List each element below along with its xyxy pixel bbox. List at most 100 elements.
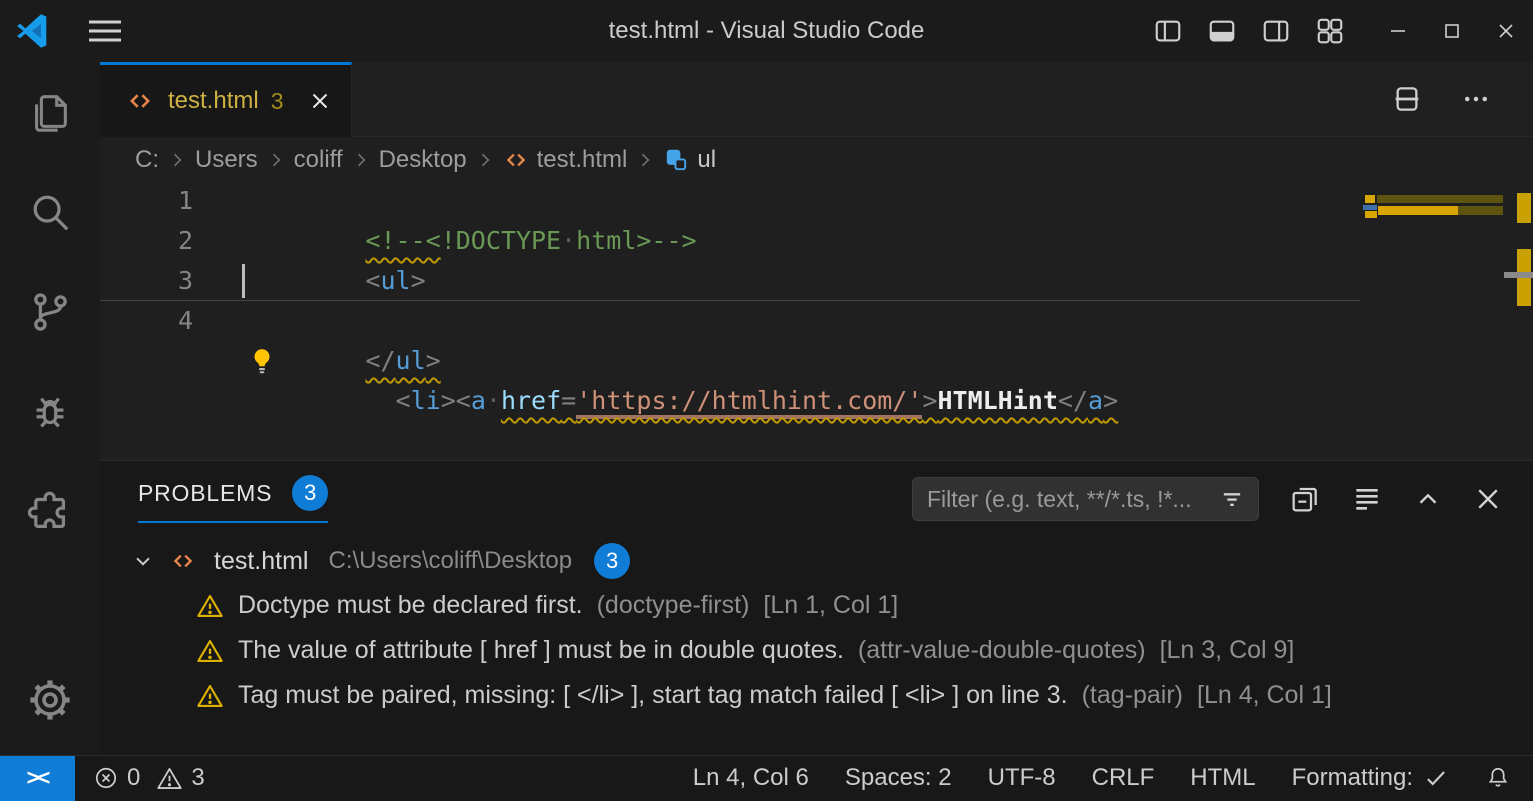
line-number: 2	[100, 221, 245, 261]
view-as-list-icon[interactable]	[1351, 483, 1383, 515]
code-token: </	[1058, 386, 1088, 415]
breadcrumb-file[interactable]: test.html	[537, 146, 628, 174]
code-token: >	[922, 386, 937, 415]
filter-icon	[1218, 485, 1246, 513]
formatting-status[interactable]: Formatting:	[1292, 764, 1449, 792]
cursor-position[interactable]: Ln 4, Col 6	[693, 764, 809, 792]
problem-rule: (doctype-first)	[597, 591, 750, 620]
chevron-down-icon[interactable]	[130, 548, 156, 574]
language-mode[interactable]: HTML	[1190, 764, 1255, 792]
code-token-url[interactable]: 'https://htmlhint.com/'	[576, 386, 922, 419]
minimap[interactable]	[1363, 181, 1505, 460]
extensions-icon[interactable]	[0, 462, 100, 562]
problems-file-name: test.html	[214, 547, 308, 576]
chevron-up-icon[interactable]	[1413, 484, 1443, 514]
breadcrumb-drive[interactable]: C:	[135, 146, 159, 174]
breadcrumb-users[interactable]: Users	[195, 146, 258, 174]
title-bar: test.html - Visual Studio Code	[0, 0, 1533, 62]
problem-row[interactable]: Tag must be paired, missing: [ </li> ], …	[100, 673, 1533, 718]
minimap-warning-line	[1378, 206, 1458, 215]
chevron-right-icon	[167, 150, 187, 170]
problems-status[interactable]: 0 3	[93, 764, 205, 792]
close-icon[interactable]	[1473, 484, 1503, 514]
tab-label: test.html	[168, 87, 259, 115]
chevron-right-icon	[266, 150, 286, 170]
collapse-all-icon[interactable]	[1289, 483, 1321, 515]
status-bar: >< 0 3 Ln 4, Col 6 Spaces: 2 UTF-8 CRLF …	[0, 755, 1533, 800]
breadcrumb-symbol[interactable]: ul	[697, 146, 716, 174]
indentation[interactable]: Spaces: 2	[845, 764, 952, 792]
eol-sequence[interactable]: CRLF	[1092, 764, 1155, 792]
remote-indicator[interactable]: ><	[0, 756, 75, 801]
problem-location: [Ln 4, Col 1]	[1197, 681, 1332, 710]
problem-row[interactable]: The value of attribute [ href ] must be …	[100, 628, 1533, 673]
activity-bar	[0, 62, 100, 755]
code-token: </	[365, 346, 395, 375]
code-line-current: 3 <li><a·href='https://htmlhint.com/'>HT…	[100, 261, 1360, 301]
line-number: 3	[100, 261, 245, 301]
chevron-right-icon	[351, 150, 371, 170]
files-icon[interactable]	[0, 62, 100, 162]
problem-rule: (attr-value-double-quotes)	[858, 636, 1146, 665]
minimize-icon[interactable]	[1371, 0, 1425, 62]
problem-location: [Ln 1, Col 1]	[763, 591, 898, 620]
bell-icon[interactable]	[1485, 765, 1511, 791]
close-icon[interactable]	[307, 88, 333, 114]
debug-icon[interactable]	[0, 362, 100, 462]
maximize-icon[interactable]	[1425, 0, 1479, 62]
code-token: HTMLHint	[937, 386, 1057, 415]
html-file-icon	[126, 87, 154, 115]
html-file-icon	[170, 548, 196, 574]
code-token: =	[561, 386, 576, 415]
formatting-label: Formatting:	[1292, 764, 1413, 792]
breadcrumb-folder[interactable]: Desktop	[379, 146, 467, 174]
filter-input[interactable]	[927, 486, 1218, 513]
breadcrumb-user[interactable]: coliff	[294, 146, 343, 174]
minimap-warning-line	[1377, 195, 1503, 203]
problem-location: [Ln 3, Col 9]	[1160, 636, 1295, 665]
problem-message: Tag must be paired, missing: [ </li> ], …	[238, 681, 1068, 710]
error-count: 0	[127, 764, 140, 792]
layout-sidebar-right-icon[interactable]	[1249, 0, 1303, 62]
line-number: 4	[100, 301, 245, 341]
code-token: a	[1088, 386, 1103, 415]
problems-tab-label: PROBLEMS	[138, 480, 272, 507]
symbol-element-icon	[663, 147, 689, 173]
problems-filter[interactable]	[912, 477, 1259, 521]
close-icon[interactable]	[1479, 0, 1533, 62]
problems-file-path: C:\Users\coliff\Desktop	[328, 547, 572, 575]
warning-icon	[156, 766, 183, 791]
chevron-right-icon	[635, 150, 655, 170]
whitespace-dot: ·	[561, 226, 576, 255]
split-editor-icon[interactable]	[1391, 83, 1423, 115]
tab-test-html[interactable]: test.html 3	[100, 62, 352, 137]
search-icon[interactable]	[0, 162, 100, 262]
ruler-warning-mark	[1517, 193, 1531, 223]
layout-sidebar-icon[interactable]	[1141, 0, 1195, 62]
layout-panel-icon[interactable]	[1195, 0, 1249, 62]
line-number: 1	[100, 181, 245, 221]
overview-ruler[interactable]	[1516, 181, 1533, 460]
code-editor[interactable]: 1 <!--<!DOCTYPE·html>--> 2 <ul> 3	[100, 181, 1533, 460]
problem-row[interactable]: Doctype must be declared first. (doctype…	[100, 583, 1533, 628]
more-actions-icon[interactable]	[1461, 84, 1491, 114]
editor-group: test.html 3 C: Users coliff D	[100, 62, 1533, 755]
html-file-icon	[503, 147, 529, 173]
code-line: 1 <!--<!DOCTYPE·html>-->	[100, 181, 1533, 221]
encoding[interactable]: UTF-8	[988, 764, 1056, 792]
ruler-cursor-mark	[1504, 272, 1533, 278]
code-token: !DOCTYPE	[441, 226, 561, 255]
layout-grid-icon[interactable]	[1303, 0, 1357, 62]
breadcrumb: C: Users coliff Desktop test.html ul	[100, 138, 1533, 181]
minimap-code-line	[1363, 205, 1377, 210]
warning-icon	[196, 638, 224, 664]
tab-problems[interactable]: PROBLEMS 3	[138, 475, 328, 523]
code-line: 4 </ul>	[100, 301, 1533, 341]
code-token: >	[1103, 386, 1118, 415]
source-control-icon[interactable]	[0, 262, 100, 362]
gear-icon[interactable]	[0, 645, 100, 755]
tab-strip: test.html 3	[100, 62, 1533, 137]
warning-icon	[196, 593, 224, 619]
problems-panel: PROBLEMS 3	[100, 460, 1533, 755]
problems-file-row[interactable]: test.html C:\Users\coliff\Desktop 3	[100, 539, 1533, 583]
